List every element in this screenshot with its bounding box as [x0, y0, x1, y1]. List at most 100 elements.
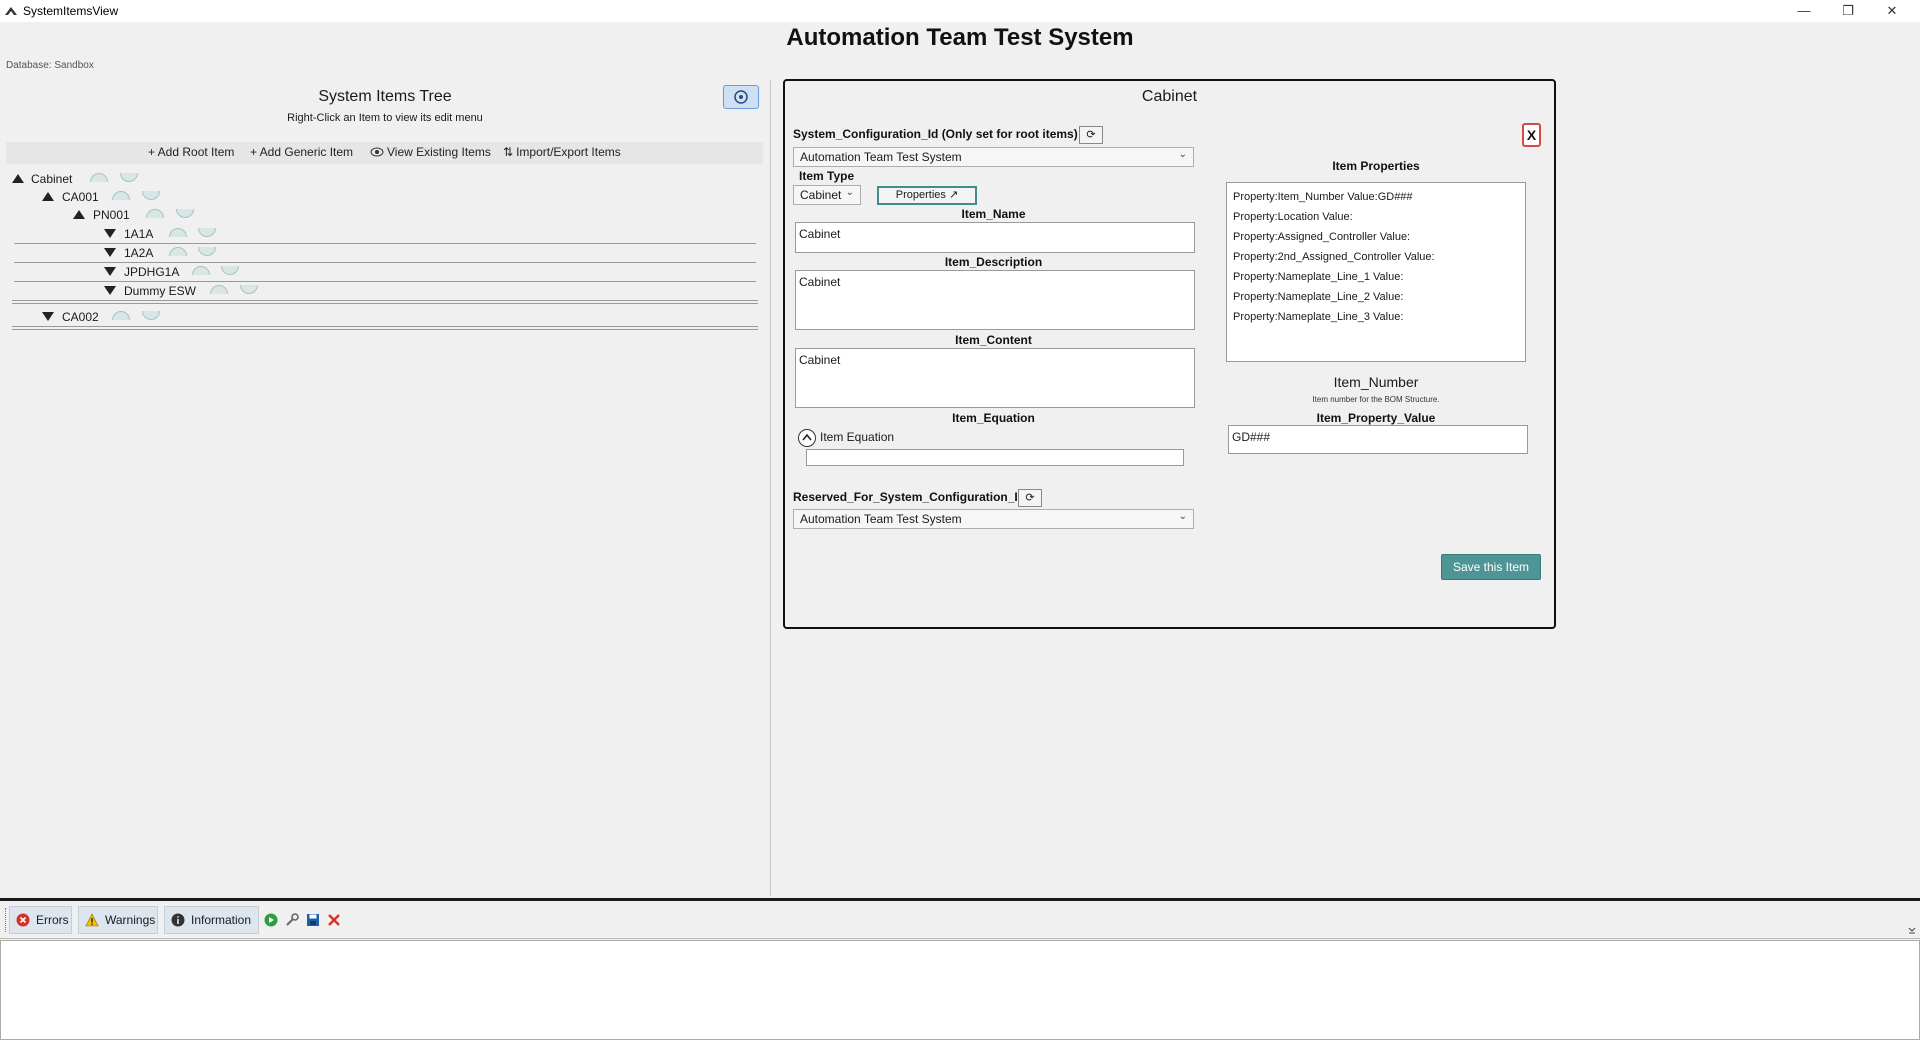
- vertical-splitter[interactable]: [770, 80, 771, 896]
- expand-arrow-icon[interactable]: [104, 229, 116, 238]
- sort-arrows-icon: ⇅: [503, 145, 514, 159]
- expand-arrow-icon[interactable]: [104, 267, 116, 276]
- refresh-icon: ⟳: [1025, 492, 1035, 504]
- row-divider: [12, 329, 758, 330]
- move-down-icon[interactable]: [142, 311, 160, 320]
- clear-icon[interactable]: [327, 913, 341, 927]
- refresh-system-configuration-button[interactable]: ⟳: [1079, 126, 1103, 144]
- reserved-configuration-value: Automation Team Test System: [800, 512, 962, 526]
- row-divider: [14, 281, 756, 282]
- item-properties-list[interactable]: Property:Item_Number Value:GD### Propert…: [1226, 182, 1526, 362]
- toolbar-grip[interactable]: [5, 908, 7, 932]
- system-configuration-select[interactable]: Automation Team Test System ⌄: [793, 147, 1194, 167]
- system-configuration-label: System_Configuration_Id (Only set for ro…: [793, 127, 1078, 141]
- item-description-label: Item_Description: [944, 255, 1043, 269]
- move-up-icon[interactable]: [112, 311, 130, 320]
- refresh-icon: ⟳: [1086, 129, 1096, 141]
- add-root-item-button[interactable]: + Add Root Item: [148, 145, 234, 159]
- add-generic-item-button[interactable]: + Add Generic Item: [250, 145, 353, 159]
- tab-information[interactable]: Information: [164, 906, 259, 934]
- collapse-arrow-icon[interactable]: [42, 192, 54, 201]
- tree-node-label: PN001: [93, 208, 130, 222]
- item-equation-toggle-label[interactable]: Item Equation: [820, 430, 894, 444]
- refresh-reserved-configuration-button[interactable]: ⟳: [1018, 489, 1042, 507]
- tree-node-1a2a[interactable]: 1A2A: [104, 246, 304, 262]
- item-type-select[interactable]: Cabinet ⌄: [793, 185, 861, 205]
- edit-panel-title: Cabinet: [1141, 88, 1198, 105]
- property-list-item[interactable]: Property:Assigned_Controller Value:: [1233, 227, 1519, 247]
- move-up-icon[interactable]: [146, 209, 164, 218]
- property-list-item[interactable]: Property:Nameplate_Line_3 Value:: [1233, 307, 1519, 327]
- move-up-icon[interactable]: [112, 191, 130, 200]
- tree-node-ca002[interactable]: CA002: [42, 310, 242, 326]
- move-up-icon[interactable]: [169, 247, 187, 256]
- tree-toolbar: + Add Root Item + Add Generic Item View …: [6, 142, 763, 164]
- properties-button[interactable]: Properties ↗: [877, 186, 977, 205]
- move-down-icon[interactable]: [198, 228, 216, 237]
- close-window-button[interactable]: ✕: [1870, 0, 1914, 22]
- item-description-input[interactable]: Cabinet: [795, 270, 1195, 330]
- item-type-label: Item Type: [799, 169, 855, 183]
- selected-property-name: Item_Number: [1333, 374, 1419, 390]
- restore-button[interactable]: ❐: [1826, 0, 1870, 22]
- move-up-icon[interactable]: [192, 266, 210, 275]
- tree-node-pn001[interactable]: PN001: [73, 208, 273, 224]
- item-property-value-input[interactable]: GD###: [1228, 425, 1528, 454]
- tree-node-1a1a[interactable]: 1A1A: [104, 227, 304, 243]
- overflow-chevron-icon[interactable]: [1908, 926, 1916, 934]
- window-title: SystemItemsView: [23, 4, 119, 18]
- move-down-icon[interactable]: [120, 173, 138, 182]
- tree-settings-button[interactable]: [723, 85, 759, 109]
- move-down-icon[interactable]: [198, 247, 216, 256]
- property-list-item[interactable]: Property:Nameplate_Line_2 Value:: [1233, 287, 1519, 307]
- move-up-icon[interactable]: [210, 285, 228, 294]
- expand-arrow-icon[interactable]: [104, 248, 116, 257]
- tree-node-dummy-esw[interactable]: Dummy ESW: [104, 284, 324, 300]
- close-edit-panel-button[interactable]: X: [1522, 123, 1541, 147]
- collapse-arrow-icon[interactable]: [12, 174, 24, 183]
- collapse-arrow-icon[interactable]: [73, 210, 85, 219]
- property-list-item[interactable]: Property:2nd_Assigned_Controller Value:: [1233, 247, 1519, 267]
- tree-node-label: CA001: [62, 190, 99, 204]
- move-down-icon[interactable]: [221, 266, 239, 275]
- save-item-button[interactable]: Save this Item: [1441, 554, 1541, 580]
- eye-icon: [370, 147, 384, 157]
- view-existing-items-button[interactable]: View Existing Items: [370, 145, 491, 159]
- tab-errors[interactable]: Errors: [9, 906, 72, 934]
- tab-warnings[interactable]: Warnings: [78, 906, 158, 934]
- item-name-input[interactable]: Cabinet: [795, 222, 1195, 253]
- item-equation-input[interactable]: [806, 449, 1184, 466]
- run-icon[interactable]: [264, 913, 278, 927]
- row-divider: [12, 326, 758, 327]
- expand-arrow-icon[interactable]: [42, 312, 54, 321]
- expand-arrow-icon[interactable]: [104, 286, 116, 295]
- minimize-button[interactable]: —: [1782, 0, 1826, 22]
- property-list-item[interactable]: Property:Item_Number Value:GD###: [1233, 187, 1519, 207]
- move-down-icon[interactable]: [240, 285, 258, 294]
- view-existing-items-label: View Existing Items: [387, 145, 491, 159]
- collapse-equation-button[interactable]: [798, 429, 816, 447]
- window-title-bar: SystemItemsView — ❐ ✕: [0, 0, 1920, 22]
- move-up-icon[interactable]: [169, 228, 187, 237]
- tree-node-ca001[interactable]: CA001: [42, 190, 242, 206]
- property-list-item[interactable]: Property:Location Value:: [1233, 207, 1519, 227]
- item-properties-label: Item Properties: [1332, 159, 1420, 173]
- reserved-configuration-select[interactable]: Automation Team Test System ⌄: [793, 509, 1194, 529]
- info-icon: [171, 913, 185, 927]
- log-output-area[interactable]: [0, 940, 1920, 1040]
- tree-panel-title: System Items Tree: [318, 88, 452, 105]
- item-content-input[interactable]: Cabinet: [795, 348, 1195, 408]
- save-icon[interactable]: [306, 913, 320, 927]
- row-divider: [12, 303, 758, 304]
- move-down-icon[interactable]: [176, 209, 194, 218]
- tree-node-jpdhg1a[interactable]: JPDHG1A: [104, 265, 324, 281]
- property-list-item[interactable]: Property:Nameplate_Line_1 Value:: [1233, 267, 1519, 287]
- error-icon: [16, 913, 30, 927]
- move-down-icon[interactable]: [142, 191, 160, 200]
- tree-node-cabinet[interactable]: Cabinet: [12, 172, 212, 188]
- wrench-icon[interactable]: [285, 913, 299, 927]
- move-up-icon[interactable]: [90, 173, 108, 182]
- gear-icon: [734, 90, 748, 104]
- import-export-items-button[interactable]: ⇅ Import/Export Items: [503, 145, 621, 159]
- reserved-configuration-label: Reserved_For_System_Configuration_Id: [793, 490, 1026, 504]
